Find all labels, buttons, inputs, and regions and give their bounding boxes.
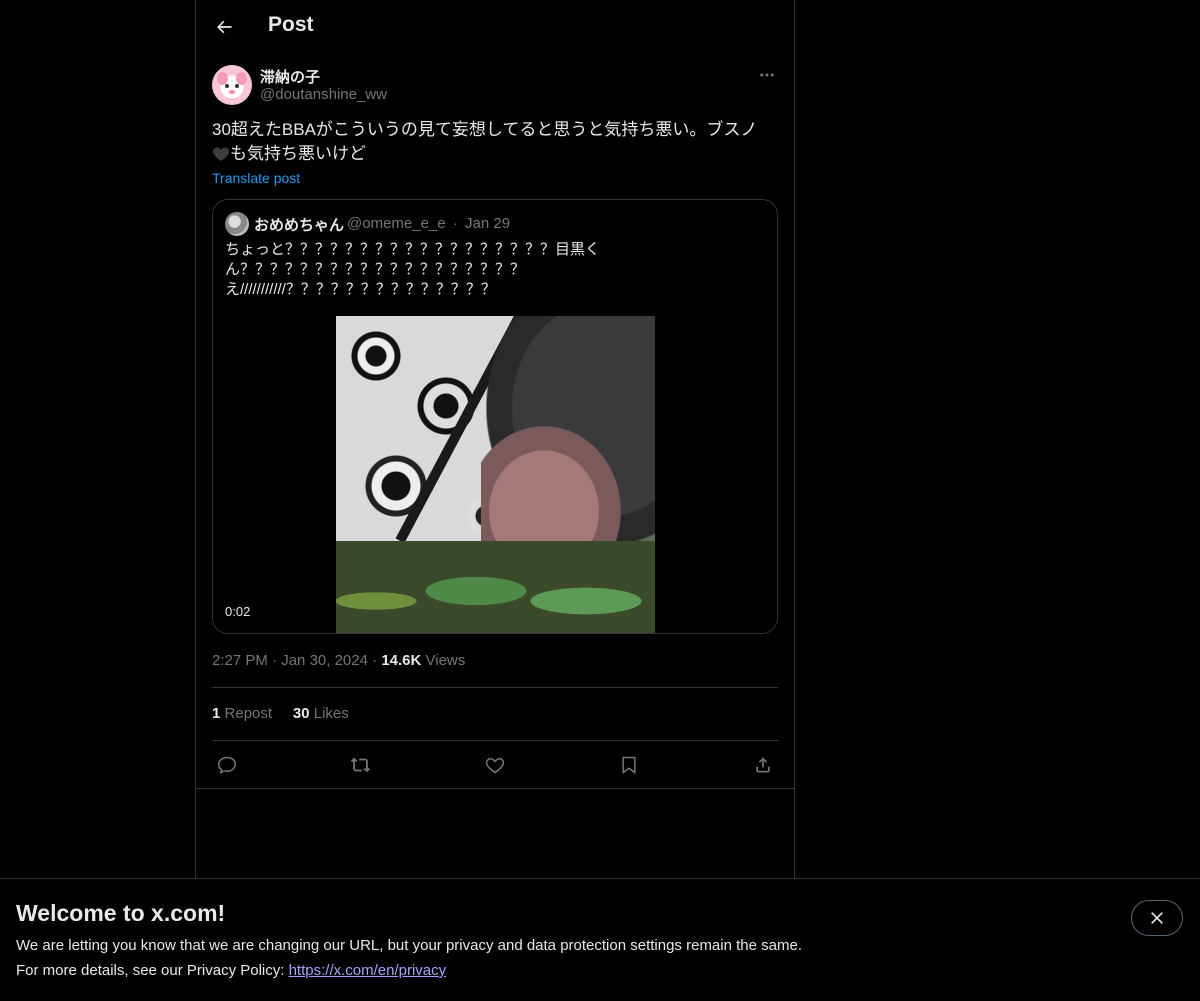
post-text-line2: も気持ち悪いけど — [230, 144, 366, 163]
reposts-stat[interactable]: 1 Repost — [212, 705, 272, 722]
heart-icon — [485, 757, 505, 774]
quoted-post[interactable]: おめめちゃん @omeme_e_e · Jan 29 ちょっと？？？？？？？？？… — [212, 199, 778, 634]
welcome-banner: Welcome to x.com! We are letting you kno… — [0, 878, 1200, 1001]
share-button[interactable] — [748, 750, 778, 780]
arrow-left-icon — [217, 20, 232, 34]
bookmark-button[interactable] — [614, 750, 644, 780]
reposts-count: 1 — [212, 705, 221, 722]
author-handle[interactable]: @doutanshine_ww — [260, 86, 387, 103]
reply-button[interactable] — [212, 750, 242, 780]
post-author: 滞納の子 @doutanshine_ww — [212, 64, 778, 108]
banner-policy-prefix: For more details, see our Privacy Policy… — [16, 962, 289, 979]
main-column: Post 滞納の子 @doutanshine_ww 30超えたBBAがこういうの… — [195, 0, 795, 878]
banner-message: We are letting you know that we are chan… — [16, 937, 802, 954]
views-label: Views — [425, 652, 466, 669]
likes-stat[interactable]: 30 Likes — [293, 705, 349, 722]
quoted-text: ちょっと？？？？？？？？？？？？？？？？？？目黒く ん？？？？？？？？？？？？？… — [225, 240, 625, 300]
meta-separator: · — [372, 652, 382, 669]
meta-separator: · — [272, 652, 282, 669]
divider — [212, 687, 778, 688]
bookmark-icon — [622, 756, 636, 774]
quoted-avatar — [225, 212, 249, 236]
avatar[interactable] — [212, 65, 252, 105]
quoted-text-line1: ちょっと？？？？？？？？？？？？？？？？？？目黒く — [225, 241, 601, 258]
action-bar — [212, 750, 778, 780]
post-stats: 1 Repost 30 Likes — [212, 705, 349, 722]
black-heart-emoji-icon — [212, 147, 230, 161]
close-icon — [1151, 912, 1163, 924]
views-count: 14.6K — [381, 652, 422, 669]
banner-policy-text: For more details, see our Privacy Policy… — [16, 962, 446, 979]
post-text-line1: 30超えたBBAがこういうの見て妄想してると思うと気持ち悪い。ブスノ — [212, 120, 758, 139]
post-text: 30超えたBBAがこういうの見て妄想してると思うと気持ち悪い。ブスノ も気持ち悪… — [212, 118, 778, 166]
more-horizontal-icon — [760, 73, 774, 77]
author-display-name[interactable]: 滞納の子 — [260, 66, 320, 87]
quoted-text-line2: ん？？？？？？？？？？？？？？？？？？？ — [225, 261, 526, 278]
divider — [212, 740, 778, 741]
quoted-date: Jan 29 — [465, 215, 511, 232]
like-button[interactable] — [480, 750, 510, 780]
header: Post — [196, 0, 794, 54]
post-date[interactable]: Jan 30, 2024 — [281, 652, 368, 669]
repost-icon — [350, 757, 371, 773]
quoted-text-line3: え///////////？？？？？？？？？？？？？？ — [225, 281, 496, 298]
video-thumbnail[interactable] — [336, 316, 655, 633]
more-options-button[interactable] — [756, 64, 778, 86]
reply-icon — [217, 756, 237, 774]
quoted-display-name: おめめちゃん — [254, 217, 345, 234]
back-button[interactable] — [208, 11, 240, 43]
quoted-handle: @omeme_e_e — [347, 215, 446, 232]
post-meta: 2:27 PM · Jan 30, 2024 · 14.6K Views — [212, 652, 465, 669]
likes-count: 30 — [292, 705, 310, 722]
reposts-label: Repost — [224, 705, 273, 722]
divider — [196, 788, 794, 789]
post-time[interactable]: 2:27 PM — [212, 652, 268, 669]
banner-title: Welcome to x.com! — [16, 900, 226, 926]
page-title: Post — [268, 13, 314, 36]
quoted-separator: · — [453, 215, 458, 232]
close-banner-button[interactable] — [1131, 900, 1183, 936]
video-duration: 0:02 — [225, 604, 251, 619]
share-icon — [756, 757, 770, 773]
likes-label: Likes — [313, 705, 349, 722]
repost-button[interactable] — [346, 750, 376, 780]
translate-post-link[interactable]: Translate post — [212, 170, 300, 186]
privacy-policy-link[interactable]: https://x.com/en/privacy — [289, 962, 447, 979]
